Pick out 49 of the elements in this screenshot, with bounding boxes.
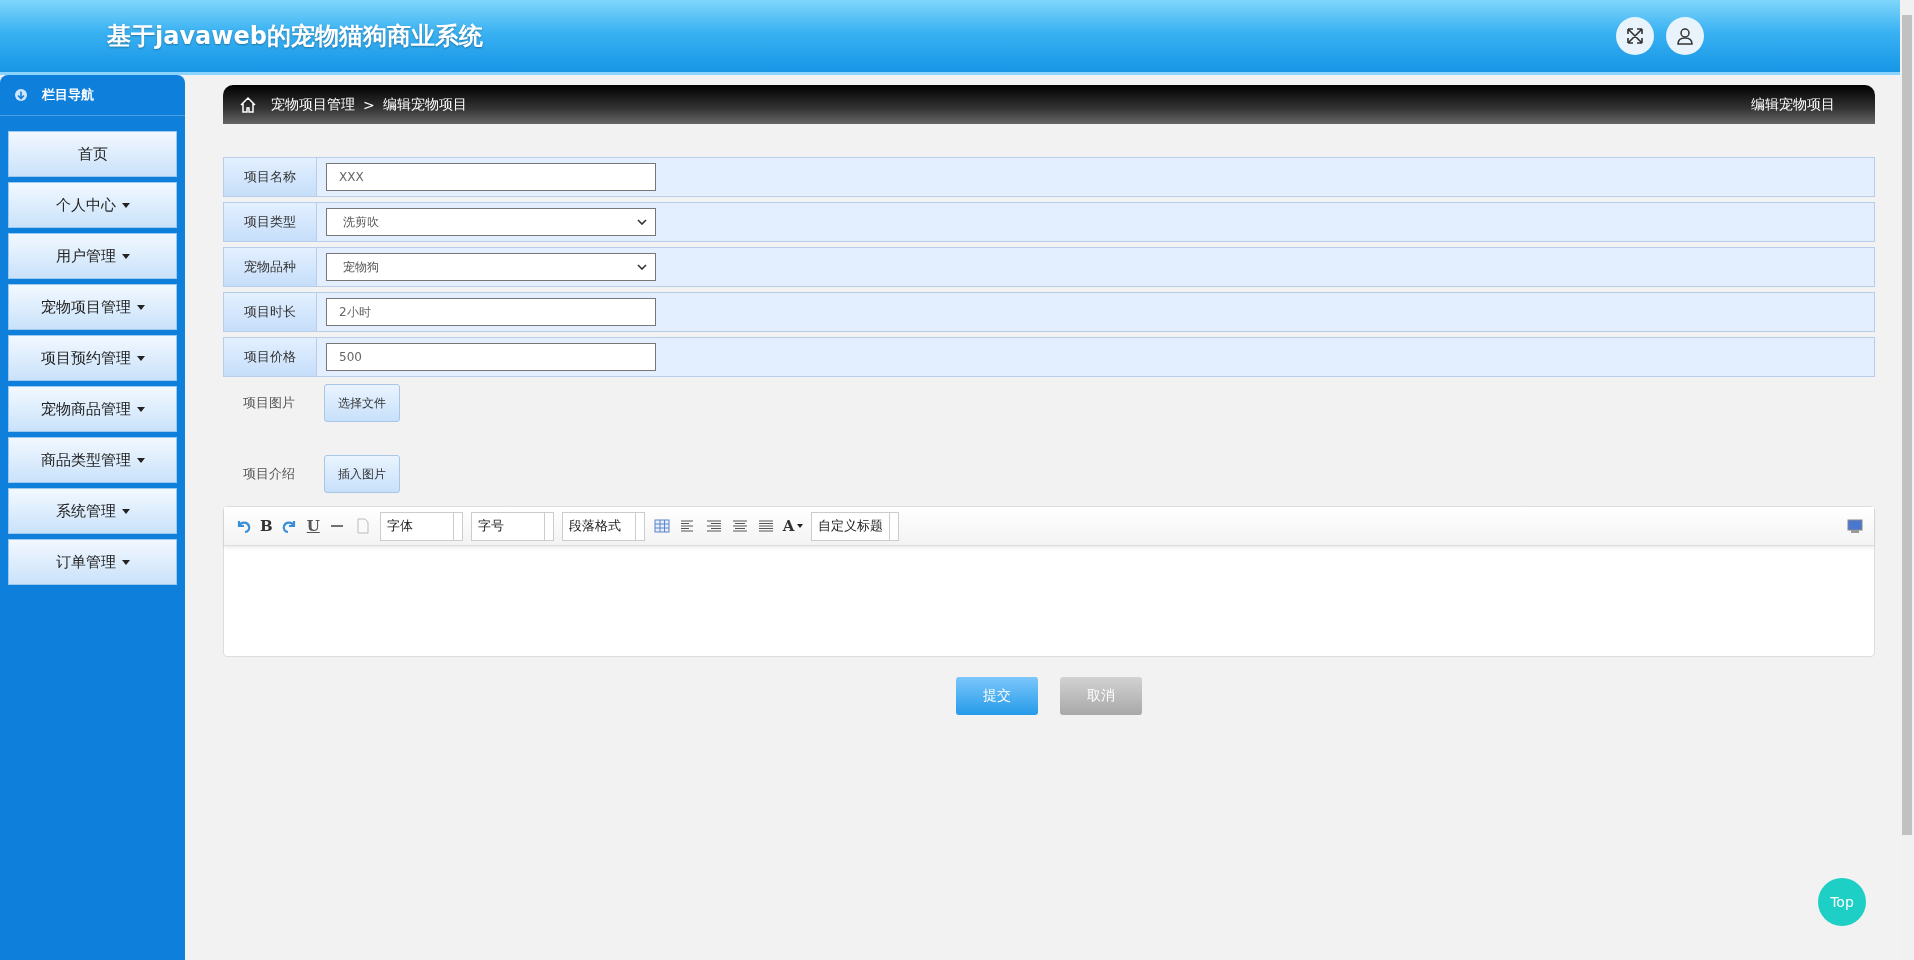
field-label: 项目时长: [224, 293, 317, 331]
nav-item[interactable]: 商品类型管理: [8, 437, 177, 483]
input-field[interactable]: XXX: [326, 163, 656, 191]
expand-icon: [1625, 26, 1645, 46]
circle-arrow-icon: [14, 88, 28, 102]
field-label: 项目名称: [224, 158, 317, 196]
table-icon[interactable]: [652, 517, 671, 535]
page-title: 编辑宠物项目: [1751, 95, 1835, 114]
input-field[interactable]: 2小时: [326, 298, 656, 326]
align-right-icon[interactable]: [704, 517, 723, 535]
nav-item[interactable]: 用户管理: [8, 233, 177, 279]
nav-item[interactable]: 订单管理: [8, 539, 177, 585]
select-field[interactable]: 宠物狗: [326, 253, 656, 281]
justify-icon[interactable]: [756, 517, 775, 535]
breadcrumb-current: 编辑宠物项目: [382, 95, 467, 114]
user-icon: [1675, 26, 1695, 46]
field-label: 项目类型: [224, 203, 317, 241]
toolbar-dropdown[interactable]: 自定义标题: [811, 511, 900, 541]
fullscreen-button[interactable]: [1616, 17, 1654, 55]
nav-item[interactable]: 项目预约管理: [8, 335, 177, 381]
toolbar-dropdown[interactable]: 段落格式: [561, 511, 645, 541]
field-label: 项目价格: [224, 338, 317, 376]
monitor-icon[interactable]: [1846, 517, 1864, 535]
breadcrumb-link[interactable]: 宠物项目管理: [271, 95, 355, 114]
bold-button[interactable]: B: [260, 517, 273, 535]
select-field[interactable]: 洗剪吹: [326, 208, 656, 236]
font-color-button[interactable]: A: [782, 517, 804, 535]
underline-button[interactable]: U: [306, 517, 320, 535]
toolbar-dropdown[interactable]: 字体: [379, 511, 463, 541]
input-field[interactable]: 500: [326, 343, 656, 371]
nav-item[interactable]: 系统管理: [8, 488, 177, 534]
insert-image-button[interactable]: 插入图片: [324, 455, 400, 493]
field-label: 项目图片: [242, 394, 296, 412]
nav-item[interactable]: 首页: [8, 131, 177, 177]
home-icon: [239, 95, 257, 114]
nav-item[interactable]: 个人中心: [8, 182, 177, 228]
breadcrumb-separator: >: [363, 96, 375, 113]
choose-file-button[interactable]: 选择文件: [324, 384, 400, 422]
chevron-down-icon: [637, 264, 647, 270]
nav-item[interactable]: 宠物项目管理: [8, 284, 177, 330]
nav-item[interactable]: 宠物商品管理: [8, 386, 177, 432]
app-title: 基于javaweb的宠物猫狗商业系统: [107, 21, 483, 52]
user-button[interactable]: [1666, 17, 1704, 55]
sidebar-title: 栏目导航: [42, 86, 94, 104]
align-center-icon[interactable]: [730, 517, 749, 535]
field-label: 宠物品种: [224, 248, 317, 286]
chevron-down-icon: [637, 219, 647, 225]
toolbar-dropdown[interactable]: 字号: [470, 511, 554, 541]
field-label: 项目介绍: [242, 465, 296, 483]
